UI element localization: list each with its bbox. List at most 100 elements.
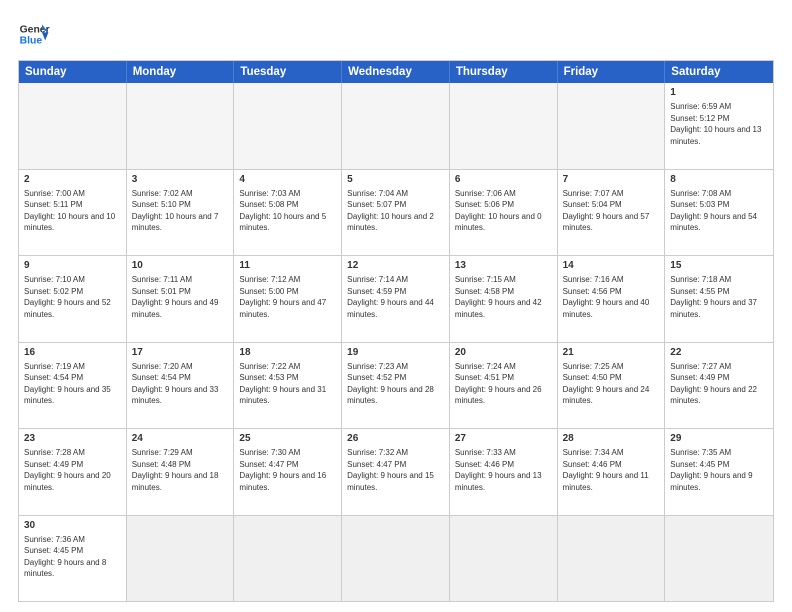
calendar-cell: 26Sunrise: 7:32 AM Sunset: 4:47 PM Dayli… (342, 429, 450, 515)
calendar-row-5: 30Sunrise: 7:36 AM Sunset: 4:45 PM Dayli… (19, 515, 773, 602)
day-number: 16 (24, 346, 121, 360)
calendar-cell (127, 83, 235, 169)
day-number: 2 (24, 173, 121, 187)
calendar-cell (342, 83, 450, 169)
day-number: 10 (132, 259, 229, 273)
calendar-cell: 18Sunrise: 7:22 AM Sunset: 4:53 PM Dayli… (234, 343, 342, 429)
day-number: 4 (239, 173, 336, 187)
day-info: Sunrise: 7:11 AM Sunset: 5:01 PM Dayligh… (132, 274, 229, 320)
calendar-cell (558, 516, 666, 602)
calendar-cell (19, 83, 127, 169)
calendar-cell: 10Sunrise: 7:11 AM Sunset: 5:01 PM Dayli… (127, 256, 235, 342)
day-number: 7 (563, 173, 660, 187)
calendar-cell: 23Sunrise: 7:28 AM Sunset: 4:49 PM Dayli… (19, 429, 127, 515)
day-info: Sunrise: 6:59 AM Sunset: 5:12 PM Dayligh… (670, 101, 768, 147)
day-number: 23 (24, 432, 121, 446)
day-info: Sunrise: 7:08 AM Sunset: 5:03 PM Dayligh… (670, 188, 768, 234)
calendar-cell: 20Sunrise: 7:24 AM Sunset: 4:51 PM Dayli… (450, 343, 558, 429)
day-info: Sunrise: 7:18 AM Sunset: 4:55 PM Dayligh… (670, 274, 768, 320)
day-info: Sunrise: 7:25 AM Sunset: 4:50 PM Dayligh… (563, 361, 660, 407)
svg-text:Blue: Blue (20, 36, 43, 47)
day-info: Sunrise: 7:28 AM Sunset: 4:49 PM Dayligh… (24, 447, 121, 493)
day-info: Sunrise: 7:34 AM Sunset: 4:46 PM Dayligh… (563, 447, 660, 493)
day-info: Sunrise: 7:20 AM Sunset: 4:54 PM Dayligh… (132, 361, 229, 407)
day-number: 26 (347, 432, 444, 446)
calendar-cell: 8Sunrise: 7:08 AM Sunset: 5:03 PM Daylig… (665, 170, 773, 256)
weekday-header-friday: Friday (558, 61, 666, 83)
day-number: 19 (347, 346, 444, 360)
day-number: 6 (455, 173, 552, 187)
calendar-cell: 16Sunrise: 7:19 AM Sunset: 4:54 PM Dayli… (19, 343, 127, 429)
day-number: 9 (24, 259, 121, 273)
day-info: Sunrise: 7:15 AM Sunset: 4:58 PM Dayligh… (455, 274, 552, 320)
day-number: 5 (347, 173, 444, 187)
calendar-cell: 7Sunrise: 7:07 AM Sunset: 5:04 PM Daylig… (558, 170, 666, 256)
weekday-header-monday: Monday (127, 61, 235, 83)
day-number: 8 (670, 173, 768, 187)
calendar-cell: 4Sunrise: 7:03 AM Sunset: 5:08 PM Daylig… (234, 170, 342, 256)
calendar-row-3: 16Sunrise: 7:19 AM Sunset: 4:54 PM Dayli… (19, 342, 773, 429)
calendar-cell: 27Sunrise: 7:33 AM Sunset: 4:46 PM Dayli… (450, 429, 558, 515)
calendar-cell (665, 516, 773, 602)
weekday-header-sunday: Sunday (19, 61, 127, 83)
page: General Blue SundayMondayTuesdayWednesda… (0, 0, 792, 612)
calendar-cell: 1Sunrise: 6:59 AM Sunset: 5:12 PM Daylig… (665, 83, 773, 169)
day-number: 21 (563, 346, 660, 360)
day-info: Sunrise: 7:14 AM Sunset: 4:59 PM Dayligh… (347, 274, 444, 320)
day-number: 22 (670, 346, 768, 360)
day-info: Sunrise: 7:35 AM Sunset: 4:45 PM Dayligh… (670, 447, 768, 493)
day-info: Sunrise: 7:00 AM Sunset: 5:11 PM Dayligh… (24, 188, 121, 234)
day-info: Sunrise: 7:33 AM Sunset: 4:46 PM Dayligh… (455, 447, 552, 493)
calendar-cell (234, 83, 342, 169)
day-info: Sunrise: 7:07 AM Sunset: 5:04 PM Dayligh… (563, 188, 660, 234)
calendar-header: SundayMondayTuesdayWednesdayThursdayFrid… (19, 61, 773, 83)
calendar-cell: 3Sunrise: 7:02 AM Sunset: 5:10 PM Daylig… (127, 170, 235, 256)
day-number: 14 (563, 259, 660, 273)
calendar-cell: 30Sunrise: 7:36 AM Sunset: 4:45 PM Dayli… (19, 516, 127, 602)
day-number: 20 (455, 346, 552, 360)
day-info: Sunrise: 7:10 AM Sunset: 5:02 PM Dayligh… (24, 274, 121, 320)
calendar-cell: 13Sunrise: 7:15 AM Sunset: 4:58 PM Dayli… (450, 256, 558, 342)
calendar-cell (234, 516, 342, 602)
day-info: Sunrise: 7:03 AM Sunset: 5:08 PM Dayligh… (239, 188, 336, 234)
calendar-cell: 2Sunrise: 7:00 AM Sunset: 5:11 PM Daylig… (19, 170, 127, 256)
day-number: 12 (347, 259, 444, 273)
calendar-cell: 14Sunrise: 7:16 AM Sunset: 4:56 PM Dayli… (558, 256, 666, 342)
day-info: Sunrise: 7:06 AM Sunset: 5:06 PM Dayligh… (455, 188, 552, 234)
calendar-cell: 19Sunrise: 7:23 AM Sunset: 4:52 PM Dayli… (342, 343, 450, 429)
day-info: Sunrise: 7:36 AM Sunset: 4:45 PM Dayligh… (24, 534, 121, 580)
header: General Blue (18, 18, 774, 50)
day-number: 28 (563, 432, 660, 446)
calendar-cell: 12Sunrise: 7:14 AM Sunset: 4:59 PM Dayli… (342, 256, 450, 342)
calendar-row-1: 2Sunrise: 7:00 AM Sunset: 5:11 PM Daylig… (19, 169, 773, 256)
day-number: 24 (132, 432, 229, 446)
calendar-cell: 9Sunrise: 7:10 AM Sunset: 5:02 PM Daylig… (19, 256, 127, 342)
day-info: Sunrise: 7:04 AM Sunset: 5:07 PM Dayligh… (347, 188, 444, 234)
calendar-cell: 24Sunrise: 7:29 AM Sunset: 4:48 PM Dayli… (127, 429, 235, 515)
day-number: 15 (670, 259, 768, 273)
calendar-cell (127, 516, 235, 602)
day-number: 25 (239, 432, 336, 446)
calendar-cell: 28Sunrise: 7:34 AM Sunset: 4:46 PM Dayli… (558, 429, 666, 515)
day-number: 1 (670, 86, 768, 100)
day-info: Sunrise: 7:32 AM Sunset: 4:47 PM Dayligh… (347, 447, 444, 493)
day-info: Sunrise: 7:30 AM Sunset: 4:47 PM Dayligh… (239, 447, 336, 493)
calendar-cell (450, 516, 558, 602)
day-info: Sunrise: 7:24 AM Sunset: 4:51 PM Dayligh… (455, 361, 552, 407)
day-number: 11 (239, 259, 336, 273)
day-number: 3 (132, 173, 229, 187)
day-info: Sunrise: 7:22 AM Sunset: 4:53 PM Dayligh… (239, 361, 336, 407)
weekday-header-tuesday: Tuesday (234, 61, 342, 83)
calendar-cell: 15Sunrise: 7:18 AM Sunset: 4:55 PM Dayli… (665, 256, 773, 342)
day-info: Sunrise: 7:12 AM Sunset: 5:00 PM Dayligh… (239, 274, 336, 320)
generalblue-logo-icon: General Blue (18, 18, 50, 50)
logo: General Blue (18, 18, 50, 50)
calendar-cell (342, 516, 450, 602)
calendar-cell: 5Sunrise: 7:04 AM Sunset: 5:07 PM Daylig… (342, 170, 450, 256)
weekday-header-saturday: Saturday (665, 61, 773, 83)
calendar-row-0: 1Sunrise: 6:59 AM Sunset: 5:12 PM Daylig… (19, 83, 773, 169)
day-info: Sunrise: 7:29 AM Sunset: 4:48 PM Dayligh… (132, 447, 229, 493)
day-info: Sunrise: 7:19 AM Sunset: 4:54 PM Dayligh… (24, 361, 121, 407)
calendar-row-2: 9Sunrise: 7:10 AM Sunset: 5:02 PM Daylig… (19, 255, 773, 342)
day-info: Sunrise: 7:23 AM Sunset: 4:52 PM Dayligh… (347, 361, 444, 407)
